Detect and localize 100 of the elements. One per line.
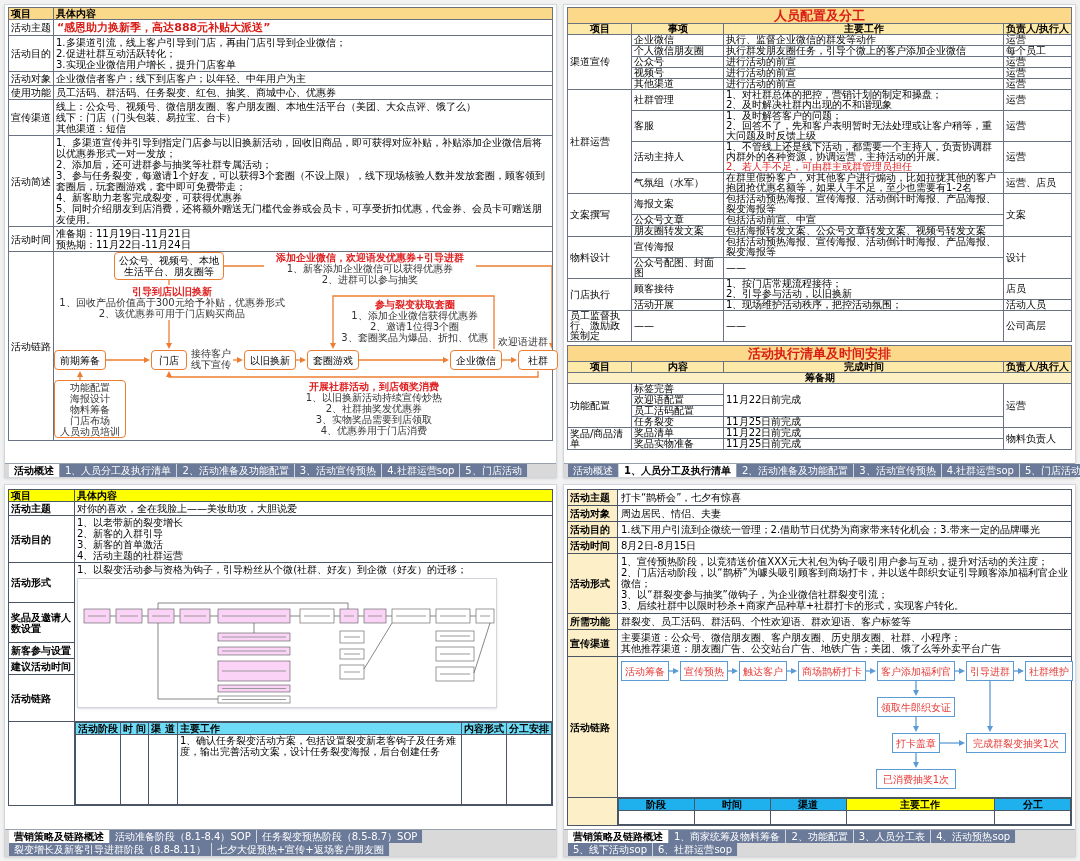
sheet-tab[interactable]: 1、人员分工及执行清单 <box>619 464 737 477</box>
sheet-tab[interactable]: 2、功能配置 <box>786 830 854 843</box>
arrow <box>295 357 306 363</box>
column-header: 负责人/执行人 <box>1003 361 1072 373</box>
flow-label: 欢迎语进群 <box>497 336 549 347</box>
table-cell: 其他渠道 <box>631 78 724 90</box>
sheet-tab[interactable]: 营销策略及链路概述 <box>568 830 669 843</box>
table-cell: 活动主持人 <box>631 141 724 173</box>
sheet-tab[interactable]: 活动概述 <box>9 464 60 477</box>
table-cell-text: 企业微信者客户；线下到店客户；以年轻、中年用户为主 <box>55 72 307 85</box>
checklist-item: 物料筹备 <box>70 403 110 415</box>
phase-header: 筹备期 <box>567 372 1072 384</box>
sheet-tab[interactable]: 1、人员分工及执行清单 <box>60 464 178 477</box>
sheet-tab[interactable]: 6、社群运营sop <box>653 843 739 856</box>
row-label: 活动对象 <box>568 506 618 521</box>
arrow <box>727 668 738 674</box>
sheet-tab[interactable]: 5、门店活动 <box>1019 464 1080 477</box>
table-cell-text: 周边居民、情侣、夫妻 <box>620 507 722 521</box>
sheet-tab[interactable]: 4.社群运营sop <box>941 464 1020 477</box>
table-cell: 运营 <box>1003 34 1072 46</box>
sheet-tab[interactable]: 活动准备阶段（8.1-8.4）SOP <box>110 830 257 843</box>
row-label: 活动主题 <box>9 20 54 35</box>
row-label: 活动时间 <box>568 538 618 553</box>
table-cell: 执行群发朋友圈任务，引导个微上的客户添加企业微信 <box>723 45 1004 57</box>
sheet-tab[interactable]: 4、活动预热sop <box>931 830 1017 843</box>
sheet-tab[interactable]: 4.社群运营sop <box>382 464 461 477</box>
note-item: 3、实物奖品需要到店领取 <box>314 414 434 425</box>
sheet-tab[interactable]: 1、商家统筹及物料筹备 <box>669 830 787 843</box>
sheet-tab[interactable]: 3、活动宣传预热 <box>294 464 383 477</box>
table-cell-text: 1、以老带新的裂变增长 2、新客的入群引导 3、新客的首单激活 4、活动主题的社群运营 <box>76 516 185 562</box>
flow-node: 套圈游戏 <box>307 350 359 370</box>
flow-node: 商场鹊桥打卡 <box>798 661 866 681</box>
flow-label: 接待客户 线下宣传 <box>190 348 232 370</box>
table-cell: 公众号 <box>631 56 724 68</box>
table-cell: 海报文案 <box>631 193 724 215</box>
sheet-tab[interactable]: 2、活动准备及功能配置 <box>736 464 855 477</box>
sheet-tab[interactable]: 七夕大促预热+宣传+返场客户朋友圈 <box>211 843 390 856</box>
row-label: 奖品及邀请人数设置 <box>9 603 74 643</box>
column-header: 项目 <box>567 361 632 373</box>
sheet-tab[interactable]: 2、活动准备及功能配置 <box>177 464 295 477</box>
row-label: 门店执行 <box>567 278 632 311</box>
arrow <box>232 357 243 363</box>
table-cell: 公司高层 <box>1003 310 1072 342</box>
row-label: 活动主题 <box>9 502 75 515</box>
arrow <box>913 680 919 696</box>
checklist-item: 海报设计 <box>70 392 110 404</box>
flow-node: 打卡盖章 <box>892 733 940 753</box>
column-header: 时间 <box>694 798 771 811</box>
table-cell: —— <box>631 310 724 342</box>
table-cell: 1、对社群总体的把控，营销计划的制定和操盘； 2、及时解决社群内出现的不和谐现象 <box>723 89 1004 111</box>
column-header: 活动阶段 <box>75 722 121 735</box>
arrow <box>913 752 919 768</box>
column-header: 渠 道 <box>149 722 178 735</box>
row-label: 宣传渠道 <box>9 100 54 135</box>
sheet-tab[interactable]: 营销策略及链路概述 <box>9 830 110 843</box>
table-cell: 运营 <box>1003 383 1072 428</box>
table-cell: 1、确认任务裂变活动方案，包括设置裂变新老客钩子及任务难度，输出完善活动文案，设计任务裂变海报，后台创建任务 <box>177 734 462 805</box>
table-cell-text: 线上：公众号、视频号、微信朋友圈、客户朋友圈、本地生活平台（美团、大众点评、饿了么） 线下：门店（门头包装、易拉宝、台卡） 其他渠道：短信 <box>55 100 477 135</box>
sheet-tab[interactable]: 3、人员分工表 <box>853 830 932 843</box>
row-label: 活动目的 <box>568 522 618 537</box>
sheet-tab[interactable]: 任务裂变预热阶段（8.5-8.7）SOP <box>256 830 424 843</box>
table-cell-text: 1、以裂变活动参与资格为钩子，引导粉丝从个微(社群、好友）到企微（好友）的迁移； <box>77 564 469 575</box>
row-label: 所需功能 <box>568 614 618 629</box>
column-header: 完成时间 <box>723 361 1004 373</box>
note-title: 添加企业微信，欢迎语发优惠券+引导进群 <box>274 252 466 263</box>
row-label: 活动形式 <box>9 563 74 603</box>
row-label: 社群运营 <box>567 89 632 194</box>
table-cell: —— <box>723 310 1004 342</box>
checklist-item: 功能配置 <box>70 381 110 393</box>
table-cell: 运营 <box>1003 78 1072 90</box>
table-cell: 进行活动的前宣 <box>723 67 1004 79</box>
column-header: 项目 <box>9 8 54 19</box>
arrow <box>105 357 150 363</box>
row-label: 活动链路 <box>10 691 52 706</box>
sheet-tab[interactable]: 5、线下活动sop <box>568 843 654 856</box>
sheet-tab[interactable]: 裂变增长及新客引导进群阶段（8.8-8.11） <box>9 843 212 856</box>
sheet-tab[interactable]: 活动概述 <box>568 464 619 477</box>
row-label: 功能配置 <box>567 383 632 428</box>
note-item: 1、添加企业微信获得优惠券 <box>350 310 479 321</box>
table-cell: 公众号配图、封面图 <box>631 257 724 279</box>
table-cell: 进行活动的前宣 <box>723 56 1004 68</box>
row-label: 宣传渠道 <box>568 630 618 656</box>
row-label: 活动对象 <box>9 72 54 85</box>
table-cell: 视频号 <box>631 67 724 79</box>
checklist-item: 门店布场 <box>70 414 110 426</box>
table-title: 活动执行清单及时间安排 <box>567 345 1072 362</box>
column-header: 分工安排 <box>506 722 552 735</box>
column-header: 具体内容 <box>75 490 552 501</box>
table-cell-text: “感恩助力换新季，高达888元补贴大派送” <box>56 20 272 35</box>
sheet-tab[interactable]: 5、门店活动 <box>460 464 528 477</box>
table-cell: 11月25日前完成 <box>723 438 1004 450</box>
row-label: 渠道宣传 <box>567 34 632 90</box>
row-label: 活动形式 <box>568 554 618 613</box>
column-header: 内容形式 <box>461 722 507 735</box>
sheet-tab[interactable]: 3、活动宣传预热 <box>854 464 942 477</box>
column-header: 内容 <box>631 361 724 373</box>
row-label: 建议活动时间 <box>9 659 74 675</box>
flow-node: 宣传预热 <box>680 661 728 681</box>
note-item: 1、回收产品价值高于300元给予补贴，优惠券形式 <box>58 297 286 308</box>
table-cell: 包括海报转发文案、公众号文章转发文案、视频号转发文案 <box>723 225 1004 237</box>
